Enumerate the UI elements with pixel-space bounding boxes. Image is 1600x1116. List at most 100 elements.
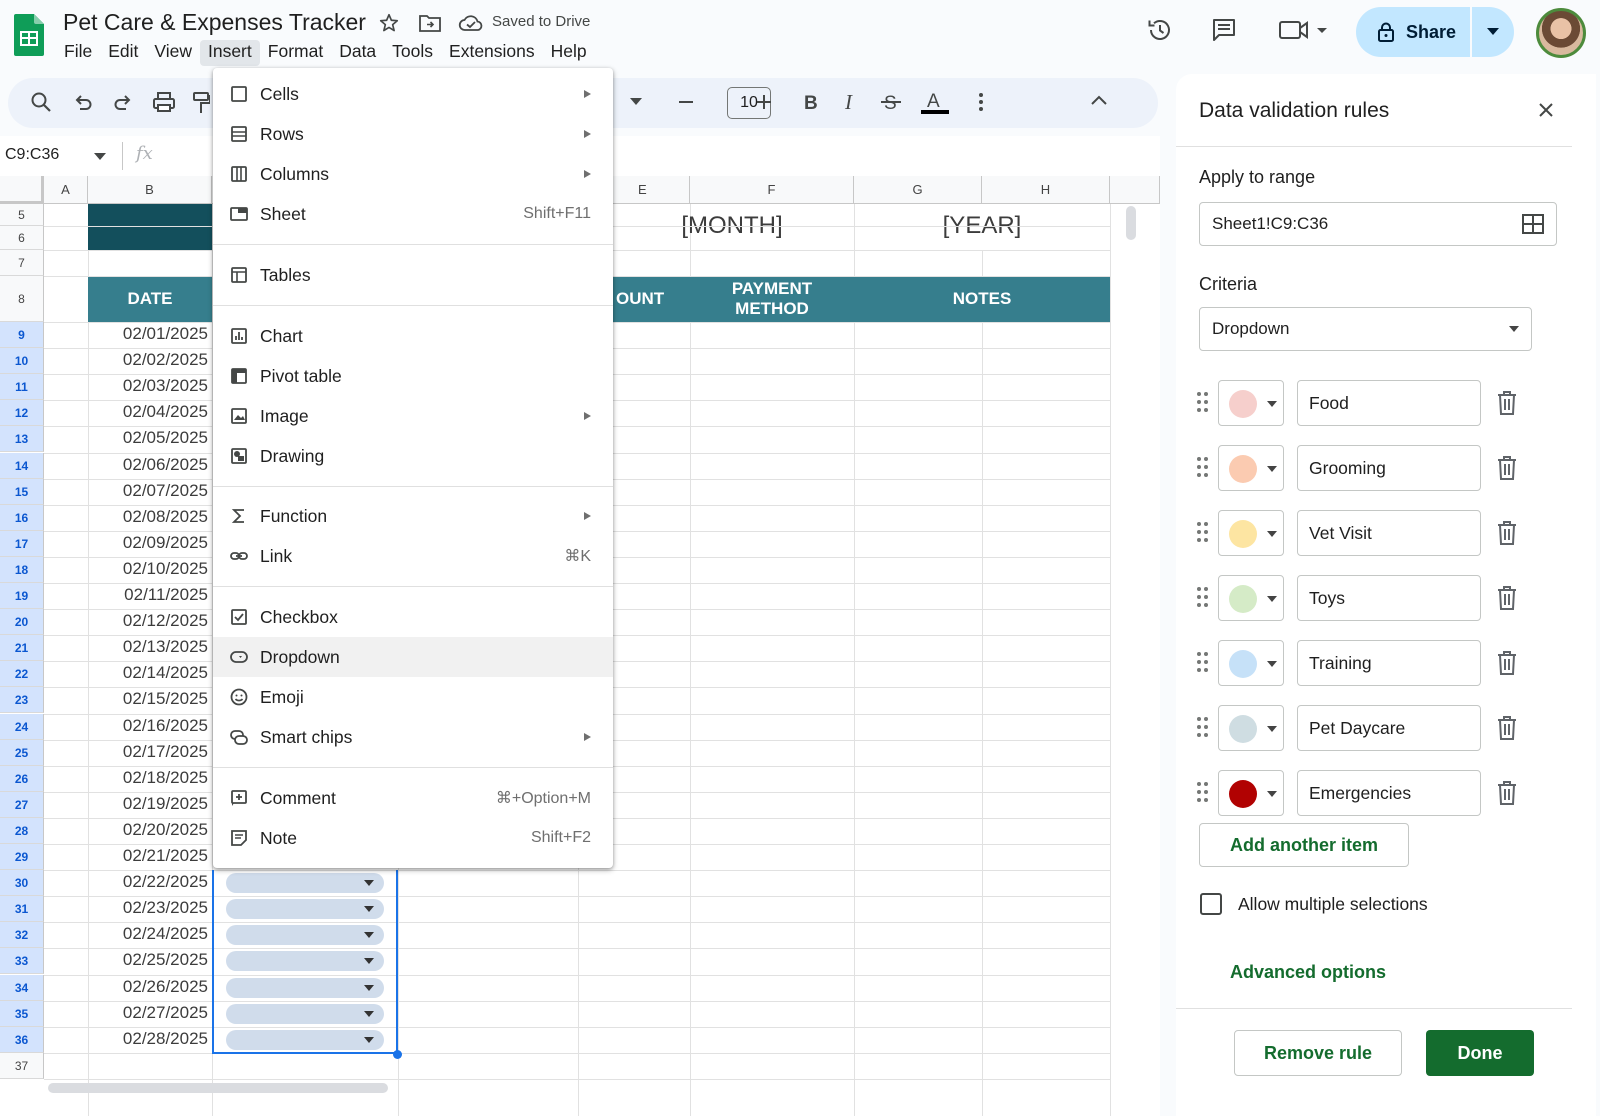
trash-icon[interactable] xyxy=(1496,455,1518,481)
color-picker-button[interactable] xyxy=(1218,705,1284,751)
date-cell[interactable]: 02/28/2025 xyxy=(88,1029,212,1053)
menu-help[interactable]: Help xyxy=(543,40,595,66)
strikethrough-icon[interactable]: S xyxy=(880,90,902,114)
menu-item-smart-chips[interactable]: Smart chips xyxy=(213,717,613,757)
date-cell[interactable]: 02/09/2025 xyxy=(88,533,212,557)
date-cell[interactable]: 02/02/2025 xyxy=(88,350,212,374)
date-cell[interactable]: 02/13/2025 xyxy=(88,637,212,661)
avatar[interactable] xyxy=(1536,8,1586,58)
redo-icon[interactable] xyxy=(112,91,134,113)
trash-icon[interactable] xyxy=(1496,520,1518,546)
menu-item-comment[interactable]: Comment ⌘+Option+M xyxy=(213,778,613,818)
menu-item-cells[interactable]: Cells xyxy=(213,74,613,114)
name-box[interactable]: C9:C36 xyxy=(5,146,59,164)
drag-handle-icon[interactable] xyxy=(1196,780,1210,804)
row-header[interactable]: 14 xyxy=(0,452,44,479)
select-all-corner[interactable] xyxy=(0,176,44,204)
menu-insert[interactable]: Insert xyxy=(199,40,260,66)
remove-rule-button[interactable]: Remove rule xyxy=(1234,1030,1402,1076)
row-header[interactable]: 12 xyxy=(0,400,44,427)
date-cell[interactable]: 02/23/2025 xyxy=(88,898,212,922)
date-cell[interactable]: 02/18/2025 xyxy=(88,768,212,792)
horizontal-scrollbar[interactable] xyxy=(48,1083,388,1093)
decrease-font-size-icon[interactable] xyxy=(676,92,696,112)
row-header[interactable]: 36 xyxy=(0,1026,44,1053)
row-header[interactable]: 15 xyxy=(0,478,44,505)
date-cell[interactable]: 02/04/2025 xyxy=(88,402,212,426)
row-header[interactable]: 34 xyxy=(0,974,44,1001)
row-header[interactable]: 22 xyxy=(0,661,44,688)
date-cell[interactable]: 02/27/2025 xyxy=(88,1003,212,1027)
column-header-h[interactable]: H xyxy=(982,176,1110,204)
date-cell[interactable]: 02/03/2025 xyxy=(88,376,212,400)
row-header[interactable]: 31 xyxy=(0,896,44,923)
row-header[interactable]: 27 xyxy=(0,791,44,818)
option-input[interactable]: Emergencies xyxy=(1297,770,1481,816)
date-cell[interactable]: 02/22/2025 xyxy=(88,872,212,896)
color-picker-button[interactable] xyxy=(1218,640,1284,686)
date-cell[interactable]: 02/10/2025 xyxy=(88,559,212,583)
date-cell[interactable]: 02/12/2025 xyxy=(88,611,212,635)
row-header[interactable]: 5 xyxy=(0,204,44,226)
column-header-next[interactable] xyxy=(1110,176,1160,204)
paint-format-icon[interactable] xyxy=(192,91,210,115)
menu-item-sheet[interactable]: Sheet Shift+F11 xyxy=(213,194,613,234)
row-header[interactable]: 10 xyxy=(0,348,44,375)
menu-data[interactable]: Data xyxy=(331,40,384,66)
row-header[interactable]: 25 xyxy=(0,739,44,766)
menu-format[interactable]: Format xyxy=(260,40,331,66)
done-button[interactable]: Done xyxy=(1426,1030,1534,1076)
row-header[interactable]: 8 xyxy=(0,276,44,322)
range-input[interactable]: Sheet1!C9:C36 xyxy=(1199,202,1557,246)
more-options-icon[interactable] xyxy=(976,91,986,113)
date-cell[interactable]: 02/25/2025 xyxy=(88,950,212,974)
criteria-select[interactable]: Dropdown xyxy=(1199,307,1532,351)
menu-item-dropdown[interactable]: Dropdown xyxy=(213,637,613,677)
drag-handle-icon[interactable] xyxy=(1196,455,1210,479)
color-picker-button[interactable] xyxy=(1218,575,1284,621)
date-cell[interactable]: 02/17/2025 xyxy=(88,742,212,766)
row-header[interactable]: 30 xyxy=(0,870,44,897)
drag-handle-icon[interactable] xyxy=(1196,520,1210,544)
menu-item-image[interactable]: Image xyxy=(213,396,613,436)
text-color-icon[interactable]: A xyxy=(920,88,950,116)
selection-range[interactable] xyxy=(212,870,398,1054)
row-header[interactable]: 28 xyxy=(0,817,44,844)
name-box-dropdown-icon[interactable] xyxy=(94,153,106,161)
row-header[interactable]: 35 xyxy=(0,1000,44,1027)
date-cell[interactable]: 02/08/2025 xyxy=(88,507,212,531)
option-input[interactable]: Vet Visit xyxy=(1297,510,1481,556)
row-header[interactable]: 16 xyxy=(0,504,44,531)
menu-item-checkbox[interactable]: Checkbox xyxy=(213,597,613,637)
share-button[interactable]: Share xyxy=(1356,7,1470,57)
vertical-scrollbar[interactable] xyxy=(1126,206,1136,240)
row-header[interactable]: 19 xyxy=(0,583,44,610)
row-header[interactable]: 9 xyxy=(0,322,44,349)
trash-icon[interactable] xyxy=(1496,780,1518,806)
date-cell[interactable]: 02/06/2025 xyxy=(88,455,212,479)
row-header[interactable]: 18 xyxy=(0,556,44,583)
menu-edit[interactable]: Edit xyxy=(100,40,146,66)
sheets-logo-icon[interactable] xyxy=(14,14,44,56)
date-cell[interactable]: 02/11/2025 xyxy=(88,585,212,609)
trash-icon[interactable] xyxy=(1496,715,1518,741)
collapse-toolbar-icon[interactable] xyxy=(1090,94,1108,106)
allow-multiple-checkbox[interactable] xyxy=(1200,893,1222,915)
font-dropdown-arrow-icon[interactable] xyxy=(630,98,642,106)
star-icon[interactable] xyxy=(378,12,400,34)
row-header[interactable]: 7 xyxy=(0,250,44,276)
color-picker-button[interactable] xyxy=(1218,770,1284,816)
menu-tools[interactable]: Tools xyxy=(384,40,441,66)
row-header[interactable]: 32 xyxy=(0,922,44,949)
menu-item-function[interactable]: Function xyxy=(213,496,613,536)
version-history-icon[interactable] xyxy=(1146,16,1174,44)
italic-icon[interactable]: I xyxy=(840,90,860,114)
option-input[interactable]: Toys xyxy=(1297,575,1481,621)
menu-extensions[interactable]: Extensions xyxy=(441,40,543,66)
option-input[interactable]: Food xyxy=(1297,380,1481,426)
row-header[interactable]: 20 xyxy=(0,609,44,636)
close-icon[interactable] xyxy=(1538,102,1554,118)
trash-icon[interactable] xyxy=(1496,585,1518,611)
document-title[interactable]: Pet Care & Expenses Tracker xyxy=(63,9,366,36)
row-header[interactable]: 37 xyxy=(0,1052,44,1079)
